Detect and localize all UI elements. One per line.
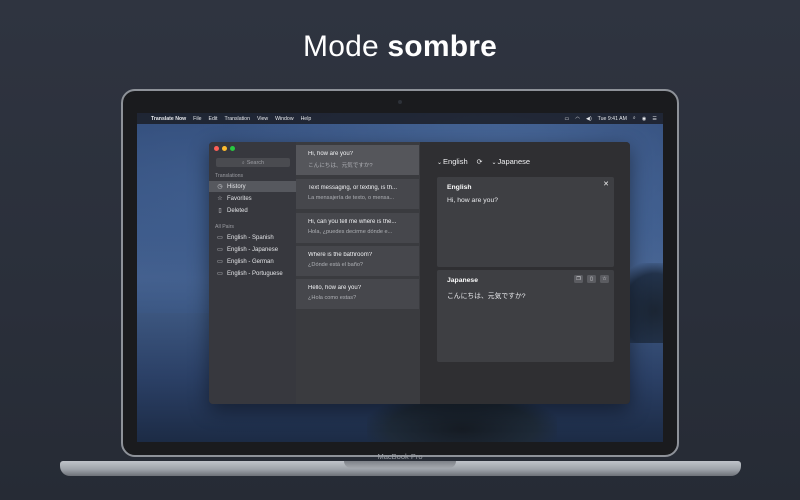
sidebar-item-label: English - Portuguese [227, 270, 283, 277]
star-icon: ☆ [217, 196, 223, 202]
list-item-source: Hi, how are you? [308, 151, 354, 157]
sidebar-item-label: Favorites [227, 195, 252, 202]
sidebar-item-english-german[interactable]: ▭ English - German [209, 256, 296, 267]
minimize-window-button[interactable] [222, 146, 227, 151]
menu-help[interactable]: Help [301, 116, 312, 122]
folder-icon: ▭ [217, 235, 223, 241]
menu-translation[interactable]: Translation [224, 116, 249, 122]
list-item-target: ¿Hola como estas? [308, 295, 357, 301]
source-text-panel[interactable]: English Hi, how are you? ✕ [437, 177, 614, 267]
list-item-source: Where is the bathroom? [308, 252, 373, 258]
list-item-target: こんにちは、元気ですか? [308, 163, 373, 169]
list-item[interactable]: Text messaging, or texting, is th... La … [296, 179, 419, 209]
target-panel-title: Japanese [447, 277, 478, 284]
language-selector-bar: ⌄English ⟳ ⌄Japanese [437, 157, 530, 166]
search-input[interactable]: ⌕ Search [216, 158, 290, 167]
source-language-label: English [443, 157, 468, 166]
search-placeholder: Search [246, 159, 265, 166]
sidebar-item-favorites[interactable]: ☆ Favorites [209, 193, 296, 204]
sidebar-item-label: English - Spanish [227, 234, 274, 241]
favorite-star-icon[interactable]: ☆ [600, 275, 609, 283]
menu-edit[interactable]: Edit [209, 116, 218, 122]
history-list: Hi, how are you? こんにちは、元気ですか? Text messa… [296, 142, 420, 404]
menu-view[interactable]: View [257, 116, 268, 122]
trash-icon: ▯ [218, 208, 222, 214]
volume-icon[interactable]: ◀) [586, 116, 592, 122]
list-item-source: Hello, how are you? [308, 285, 362, 291]
list-item[interactable]: Hello, how are you? ¿Hola como estas? [296, 279, 419, 309]
folder-icon: ▭ [217, 247, 223, 253]
list-item-source: Hi, can you tell me where is the... [308, 219, 397, 225]
delete-icon[interactable]: ▯ [587, 275, 596, 283]
close-window-button[interactable] [214, 146, 219, 151]
menu-clock[interactable]: Tue 9:41 AM [598, 116, 627, 122]
translation-detail: ⌄English ⟳ ⌄Japanese English Hi, how are… [420, 142, 630, 404]
list-item-target: Hola, ¿puedes decirme dónde e... [308, 229, 393, 235]
chevron-down-icon: ⌄ [437, 160, 443, 166]
camera-dot [398, 100, 402, 104]
airplay-icon[interactable]: ▭ [565, 116, 570, 122]
sidebar-item-label: English - German [227, 258, 274, 265]
list-item-target: ¿Dónde está el baño? [308, 262, 364, 268]
target-text: こんにちは、元気ですか? [447, 293, 526, 300]
swap-languages-icon[interactable]: ⟳ [477, 158, 483, 166]
spotlight-icon[interactable]: ⌕ [633, 115, 636, 122]
laptop-notch [344, 461, 456, 468]
source-panel-title: English [447, 184, 472, 191]
target-language-dropdown[interactable]: ⌄Japanese [492, 157, 531, 166]
list-item-source: Text messaging, or texting, is th... [308, 185, 398, 191]
zoom-window-button[interactable] [230, 146, 235, 151]
device-label: MacBook Pro [377, 452, 423, 461]
sidebar-item-history[interactable]: ◷ History [209, 181, 296, 192]
result-toolbar: ❐ ▯ ☆ [570, 275, 609, 283]
folder-icon: ▭ [217, 271, 223, 277]
sidebar-item-label: English - Japanese [227, 246, 279, 253]
list-item[interactable]: Hi, how are you? こんにちは、元気ですか? [296, 145, 419, 175]
siri-icon[interactable]: ◉ [642, 116, 647, 122]
section-title-all-pairs: All Pairs [215, 224, 235, 230]
list-item[interactable]: Hi, can you tell me where is the... Hola… [296, 213, 419, 243]
menu-file[interactable]: File [193, 116, 201, 122]
wifi-icon[interactable]: ◠ [575, 116, 580, 122]
status-area: ▭ ◠ ◀) Tue 9:41 AM ⌕ ◉ ☰ [559, 115, 657, 122]
chevron-down-icon: ⌄ [491, 160, 497, 166]
menu-window[interactable]: Window [275, 116, 293, 122]
target-text-panel: Japanese こんにちは、元気ですか? ❐ ▯ ☆ [437, 270, 614, 362]
menu-app-name[interactable]: Translate Now [151, 116, 186, 122]
menu-bar: Translate Now File Edit Translation View… [137, 113, 663, 124]
clock-icon: ◷ [217, 184, 223, 190]
search-icon: ⌕ [241, 159, 245, 166]
section-title-translations: Translations [215, 173, 244, 179]
folder-icon: ▭ [217, 259, 223, 265]
window-controls [214, 146, 238, 151]
target-language-label: Japanese [497, 157, 531, 166]
sidebar-item-label: History [227, 183, 246, 190]
list-item[interactable]: Where is the bathroom? ¿Dónde está el ba… [296, 246, 419, 276]
source-text[interactable]: Hi, how are you? [447, 197, 498, 204]
sidebar-item-english-portuguese[interactable]: ▭ English - Portuguese [209, 268, 296, 279]
app-window: ⌕ Search Translations ◷ History ☆ Favori… [209, 142, 630, 404]
source-language-dropdown[interactable]: ⌄English [437, 157, 468, 166]
sidebar: ⌕ Search Translations ◷ History ☆ Favori… [209, 142, 296, 404]
headline: Mode sombre [0, 30, 800, 64]
copy-icon[interactable]: ❐ [574, 275, 583, 283]
sidebar-item-english-spanish[interactable]: ▭ English - Spanish [209, 232, 296, 243]
headline-bold: sombre [387, 30, 497, 63]
notification-center-icon[interactable]: ☰ [652, 116, 657, 122]
list-item-target: La mensajería de texto, o mensa... [308, 195, 395, 201]
sidebar-item-deleted[interactable]: ▯ Deleted [209, 205, 296, 216]
headline-normal: Mode [303, 30, 388, 63]
sidebar-item-english-japanese[interactable]: ▭ English - Japanese [209, 244, 296, 255]
clear-text-icon[interactable]: ✕ [603, 180, 609, 188]
sidebar-item-label: Deleted [227, 207, 248, 214]
